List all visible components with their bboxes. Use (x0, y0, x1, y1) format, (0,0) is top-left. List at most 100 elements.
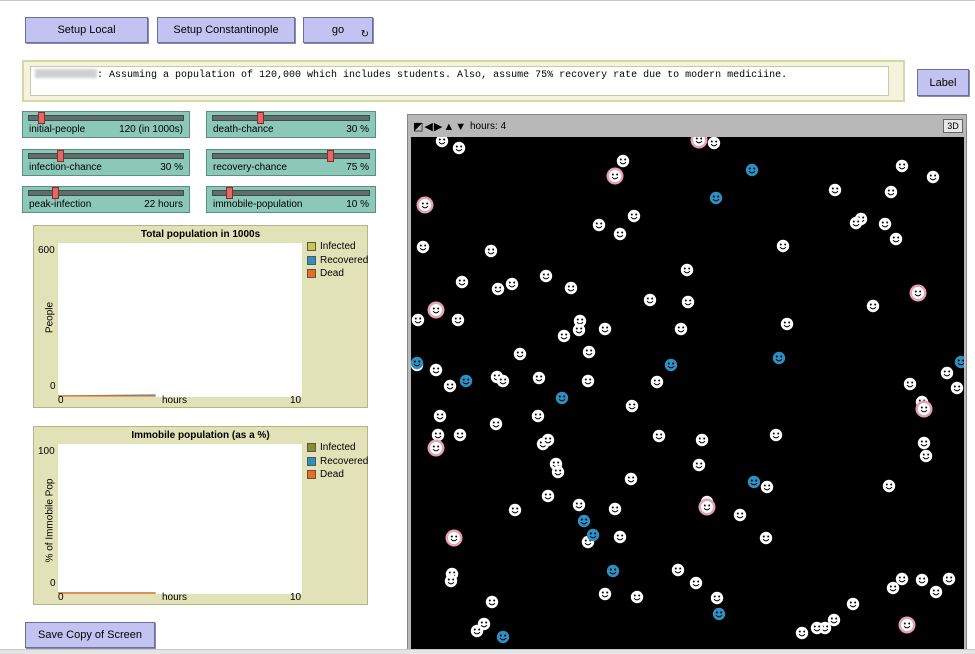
infected-person-icon (898, 616, 916, 634)
view-3d-button[interactable]: 3D (943, 119, 963, 133)
legend-swatch (307, 443, 316, 453)
save-copy-button[interactable]: Save Copy of Screen (25, 622, 155, 648)
world-view: ◩◀▶▲▼ hours: 4 3D (407, 114, 967, 654)
label-button[interactable]: Label (917, 69, 969, 96)
y-min-tick: 0 (50, 578, 56, 589)
healthy-person-icon (455, 275, 469, 289)
slider-track[interactable] (28, 150, 184, 162)
slider-infection-chance[interactable]: infection-chance 30 % (22, 149, 190, 176)
slider-recovery-chance[interactable]: recovery-chance 75 % (206, 149, 376, 176)
healthy-person-icon (760, 480, 774, 494)
slider-track[interactable] (212, 187, 370, 199)
healthy-person-icon (598, 322, 612, 336)
pan-icon[interactable]: ◀▶ (424, 121, 443, 133)
healthy-person-icon (780, 317, 794, 331)
slider-name: recovery-chance (213, 162, 287, 173)
setup-local-label: Setup Local (57, 24, 116, 36)
healthy-person-icon (431, 428, 445, 442)
healthy-person-icon (429, 363, 443, 377)
healthy-person-icon (652, 429, 666, 443)
healthy-person-icon (917, 436, 931, 450)
slider-thumb[interactable] (56, 150, 64, 162)
healthy-person-icon (671, 563, 685, 577)
slider-value: 75 % (346, 162, 369, 173)
forever-arrows-icon: ↻ (360, 29, 369, 40)
go-label: go (331, 24, 345, 36)
recovered-person-icon (411, 356, 424, 370)
top-border (0, 0, 975, 1)
healthy-person-icon (453, 428, 467, 442)
healthy-person-icon (926, 170, 940, 184)
zoom-icon[interactable]: ▲▼ (443, 121, 467, 133)
healthy-person-icon (531, 409, 545, 423)
healthy-person-icon (733, 508, 747, 522)
slider-track[interactable] (212, 112, 370, 124)
legend-item-infected: Infected (307, 240, 368, 254)
legend-label: Recovered (320, 455, 369, 467)
recovered-person-icon (712, 607, 726, 621)
slider-thumb[interactable] (52, 187, 60, 199)
save-copy-label: Save Copy of Screen (38, 629, 142, 641)
legend-item-dead: Dead (307, 468, 368, 482)
agents-layer (411, 137, 964, 644)
healthy-person-icon (828, 183, 842, 197)
slider-track[interactable] (212, 150, 370, 162)
healthy-person-icon (592, 218, 606, 232)
plot-area (58, 444, 302, 594)
healthy-person-icon (452, 141, 466, 155)
world-canvas[interactable] (411, 137, 964, 653)
recovered-person-icon (555, 391, 569, 405)
healthy-person-icon (443, 379, 457, 393)
slider-track[interactable] (28, 112, 184, 124)
healthy-person-icon (613, 530, 627, 544)
healthy-person-icon (444, 574, 458, 588)
slider-thumb[interactable] (256, 112, 264, 124)
redacted-name (35, 69, 97, 78)
legend-label: Infected (320, 442, 356, 454)
healthy-person-icon (489, 417, 503, 431)
slider-initial-people[interactable]: initial-people 120 (in 1000s) (22, 111, 190, 138)
healthy-person-icon (541, 489, 555, 503)
healthy-person-icon (564, 281, 578, 295)
recovered-person-icon (577, 514, 591, 528)
x-axis-label: hours (162, 395, 188, 406)
setup-local-button[interactable]: Setup Local (25, 17, 148, 43)
healthy-person-icon (674, 322, 688, 336)
healthy-person-icon (866, 299, 880, 313)
legend-swatch (307, 242, 316, 252)
slider-name: death-chance (213, 124, 274, 135)
slider-value: 10 % (346, 199, 369, 210)
healthy-person-icon (572, 323, 586, 337)
healthy-person-icon (416, 240, 430, 254)
plot-lines (58, 394, 156, 397)
note-text-area: : Assuming a population of 120,000 which… (30, 66, 889, 96)
healthy-person-icon (810, 621, 824, 635)
healthy-person-icon (484, 244, 498, 258)
slider-thumb[interactable] (225, 187, 233, 199)
legend-label: Infected (320, 241, 356, 253)
healthy-person-icon (539, 269, 553, 283)
setup-constantinople-button[interactable]: Setup Constantinople (157, 17, 295, 43)
y-min-tick: 0 (50, 381, 56, 392)
slider-immobile-population[interactable]: immobile-population 10 % (206, 186, 376, 213)
healthy-person-icon (650, 375, 664, 389)
slider-peak-infection[interactable]: peak-infection 22 hours (22, 186, 190, 213)
healthy-person-icon (508, 503, 522, 517)
slider-death-chance[interactable]: death-chance 30 % (206, 111, 376, 138)
recovered-person-icon (664, 358, 678, 372)
slider-thumb[interactable] (327, 150, 334, 162)
legend-item-dead: Dead (307, 267, 368, 281)
slider-value: 22 hours (144, 199, 183, 210)
healthy-person-icon (889, 232, 903, 246)
healthy-person-icon (940, 366, 954, 380)
recovered-person-icon (606, 564, 620, 578)
go-button[interactable]: go ↻ (303, 17, 373, 43)
y-axis-label: People (44, 301, 56, 334)
legend: Infected Recovered Dead (307, 240, 368, 281)
slider-thumb[interactable] (38, 112, 46, 124)
healthy-person-icon (491, 282, 505, 296)
resize-icon[interactable]: ◩ (413, 121, 424, 133)
healthy-person-icon (795, 626, 809, 640)
slider-track[interactable] (28, 187, 184, 199)
healthy-person-icon (895, 572, 909, 586)
